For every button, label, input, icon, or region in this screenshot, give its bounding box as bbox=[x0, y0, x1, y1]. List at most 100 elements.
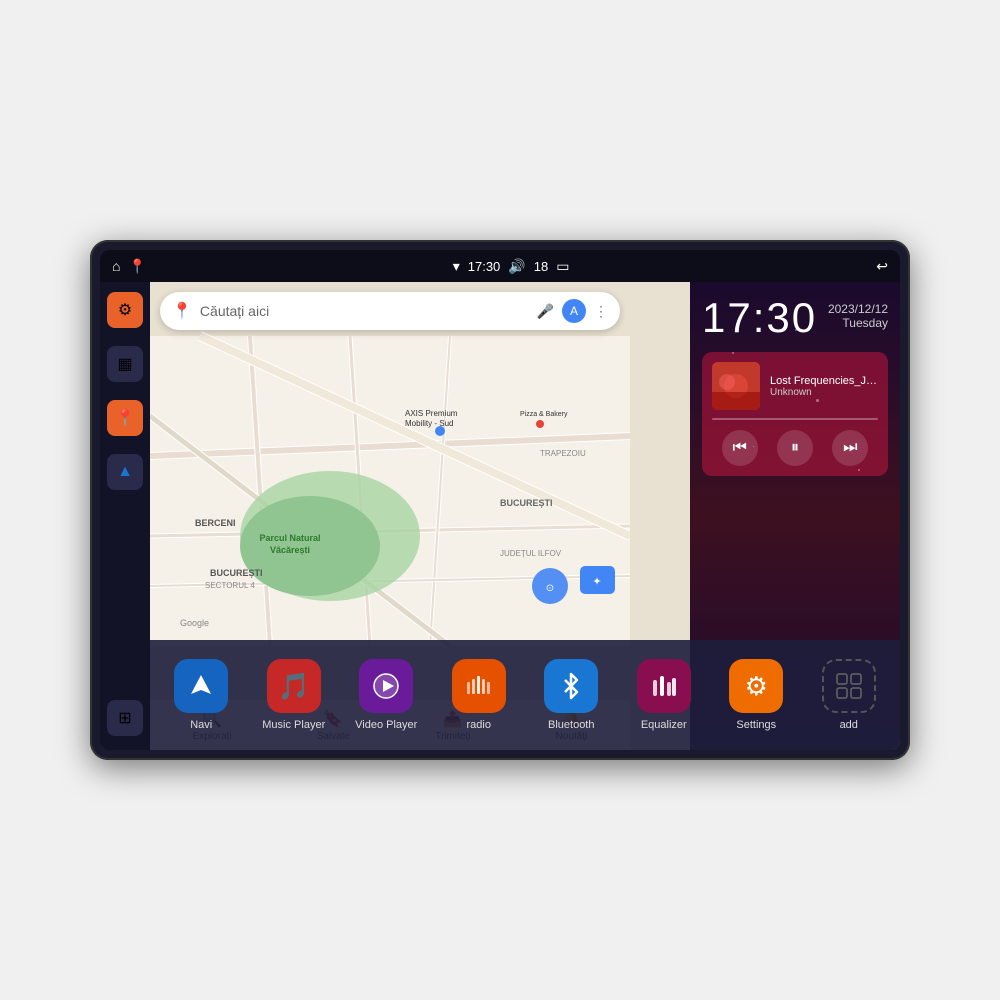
pause-button[interactable]: ⏸ bbox=[777, 430, 813, 466]
equalizer-label: Equalizer bbox=[641, 719, 687, 731]
sidebar-btn-maps[interactable]: 📍 bbox=[107, 400, 143, 436]
app-item-settings[interactable]: ⚙ Settings bbox=[724, 659, 789, 731]
sidebar-btn-files[interactable]: ▦ bbox=[107, 346, 143, 382]
bluetooth-svg bbox=[559, 672, 583, 700]
back-icon[interactable]: ↩ bbox=[876, 258, 888, 275]
status-bar: ⌂ 📍 ▾ 17:30 🔊 18 ▭ ↩ bbox=[100, 250, 900, 282]
sidebar-bottom: ⊞ bbox=[107, 700, 143, 740]
app-grid: Navi 🎵 Music Player bbox=[160, 659, 890, 731]
svg-text:Văcărești: Văcărești bbox=[270, 545, 310, 555]
volume-icon: 🔊 bbox=[508, 258, 525, 275]
sidebar-btn-settings[interactable]: ⚙ bbox=[107, 292, 143, 328]
app-item-video-player[interactable]: Video Player bbox=[354, 659, 419, 731]
settings-label: Settings bbox=[736, 719, 776, 731]
app-item-radio[interactable]: radio bbox=[446, 659, 511, 731]
app-item-bluetooth[interactable]: Bluetooth bbox=[539, 659, 604, 731]
music-details: Lost Frequencies_Janie... Unknown bbox=[770, 375, 878, 398]
music-info: Lost Frequencies_Janie... Unknown bbox=[712, 362, 878, 410]
prev-icon: ⏮ bbox=[732, 439, 746, 457]
clock-section: 17:30 2023/12/12 Tuesday bbox=[702, 294, 888, 342]
google-maps-icon: 📍 bbox=[172, 301, 192, 321]
next-button[interactable]: ⏭ bbox=[832, 430, 868, 466]
sidebar-btn-apps[interactable]: ⊞ bbox=[107, 700, 143, 736]
maps-status-icon[interactable]: 📍 bbox=[128, 258, 145, 275]
svg-text:Google: Google bbox=[180, 618, 209, 628]
music-player-widget: Lost Frequencies_Janie... Unknown ⏮ ⏸ bbox=[702, 352, 888, 476]
radio-label: radio bbox=[467, 719, 491, 731]
settings-icon: ⚙ bbox=[729, 659, 783, 713]
radio-waves-svg bbox=[465, 672, 493, 700]
svg-text:AXIS Premium: AXIS Premium bbox=[405, 409, 458, 418]
music-player-icon: 🎵 bbox=[267, 659, 321, 713]
status-center: ▾ 17:30 🔊 18 ▭ bbox=[453, 258, 570, 275]
clock-date-display: 2023/12/12 Tuesday bbox=[828, 294, 888, 330]
more-options-icon[interactable]: ⋮ bbox=[594, 303, 608, 320]
map-pin-icon: 📍 bbox=[115, 408, 135, 428]
album-art-image bbox=[712, 362, 760, 410]
status-right: ↩ bbox=[876, 258, 888, 275]
search-placeholder-text: Căutați aici bbox=[200, 303, 529, 319]
gear-icon: ⚙ bbox=[118, 300, 132, 320]
bluetooth-icon bbox=[544, 659, 598, 713]
status-left-icons: ⌂ 📍 bbox=[112, 258, 146, 275]
svg-text:⊙: ⊙ bbox=[546, 583, 554, 594]
add-grid-svg bbox=[835, 672, 863, 700]
screen: ⌂ 📍 ▾ 17:30 🔊 18 ▭ ↩ ⚙ ▦ bbox=[100, 250, 900, 750]
equalizer-icon bbox=[637, 659, 691, 713]
app-item-navi[interactable]: Navi bbox=[169, 659, 234, 731]
app-item-equalizer[interactable]: Equalizer bbox=[631, 659, 696, 731]
album-art-svg bbox=[712, 362, 760, 410]
add-label: add bbox=[840, 719, 858, 731]
svg-text:Mobility - Sud: Mobility - Sud bbox=[405, 419, 453, 428]
navi-arrow-svg bbox=[187, 672, 215, 700]
svg-text:Pizza & Bakery: Pizza & Bakery bbox=[520, 411, 568, 418]
battery-icon: ▭ bbox=[556, 258, 569, 275]
video-player-label: Video Player bbox=[355, 719, 417, 731]
files-icon: ▦ bbox=[117, 354, 132, 374]
app-item-music-player[interactable]: 🎵 Music Player bbox=[261, 659, 326, 731]
album-art bbox=[712, 362, 760, 410]
svg-text:BERCENI: BERCENI bbox=[195, 518, 236, 528]
microphone-icon[interactable]: 🎤 bbox=[537, 303, 554, 320]
app-item-add[interactable]: add bbox=[816, 659, 881, 731]
add-icon bbox=[822, 659, 876, 713]
device: ⌂ 📍 ▾ 17:30 🔊 18 ▭ ↩ ⚙ ▦ bbox=[90, 240, 910, 760]
sidebar: ⚙ ▦ 📍 ▲ ⊞ bbox=[100, 282, 150, 750]
wifi-icon: ▾ bbox=[453, 258, 460, 275]
svg-text:BUCUREȘTI: BUCUREȘTI bbox=[210, 568, 263, 578]
music-artist: Unknown bbox=[770, 387, 878, 398]
main-content: ⚙ ▦ 📍 ▲ ⊞ bbox=[100, 282, 900, 750]
play-button-svg bbox=[372, 672, 400, 700]
video-player-icon bbox=[359, 659, 413, 713]
bluetooth-label: Bluetooth bbox=[548, 719, 594, 731]
app-grid-section: Navi 🎵 Music Player bbox=[150, 640, 900, 750]
navi-icon bbox=[174, 659, 228, 713]
radio-icon bbox=[452, 659, 506, 713]
apps-grid-icon: ⊞ bbox=[118, 708, 131, 728]
svg-text:BUCUREȘTI: BUCUREȘTI bbox=[500, 498, 553, 508]
home-icon[interactable]: ⌂ bbox=[112, 258, 120, 274]
map-svg: Parcul Natural Văcărești BUCUREȘTI JUDEȚ… bbox=[150, 282, 630, 700]
sidebar-btn-navigation[interactable]: ▲ bbox=[107, 454, 143, 490]
navigation-arrow-icon: ▲ bbox=[117, 463, 133, 481]
svg-text:✦: ✦ bbox=[592, 576, 601, 588]
equalizer-svg bbox=[650, 672, 678, 700]
clock-date-text: 2023/12/12 bbox=[828, 302, 888, 316]
next-icon: ⏭ bbox=[843, 439, 857, 457]
clock-day-text: Tuesday bbox=[828, 316, 888, 330]
user-avatar[interactable]: A bbox=[562, 299, 586, 323]
clock-time-display: 17:30 bbox=[702, 294, 817, 342]
music-progress-bar[interactable] bbox=[712, 418, 878, 420]
battery-level: 18 bbox=[534, 259, 548, 274]
pause-icon: ⏸ bbox=[791, 439, 799, 457]
navi-label: Navi bbox=[190, 719, 212, 731]
svg-text:JUDEȚUL ILFOV: JUDEȚUL ILFOV bbox=[500, 549, 562, 558]
svg-text:TRAPEZOIU: TRAPEZOIU bbox=[540, 449, 586, 458]
map-search-bar[interactable]: 📍 Căutați aici 🎤 A ⋮ bbox=[160, 292, 620, 330]
music-controls: ⏮ ⏸ ⏭ bbox=[712, 430, 878, 466]
status-time: 17:30 bbox=[468, 259, 501, 274]
music-title: Lost Frequencies_Janie... bbox=[770, 375, 878, 387]
svg-text:Parcul Natural: Parcul Natural bbox=[259, 533, 320, 543]
prev-button[interactable]: ⏮ bbox=[722, 430, 758, 466]
svg-text:SECTORUL 4: SECTORUL 4 bbox=[205, 581, 255, 590]
